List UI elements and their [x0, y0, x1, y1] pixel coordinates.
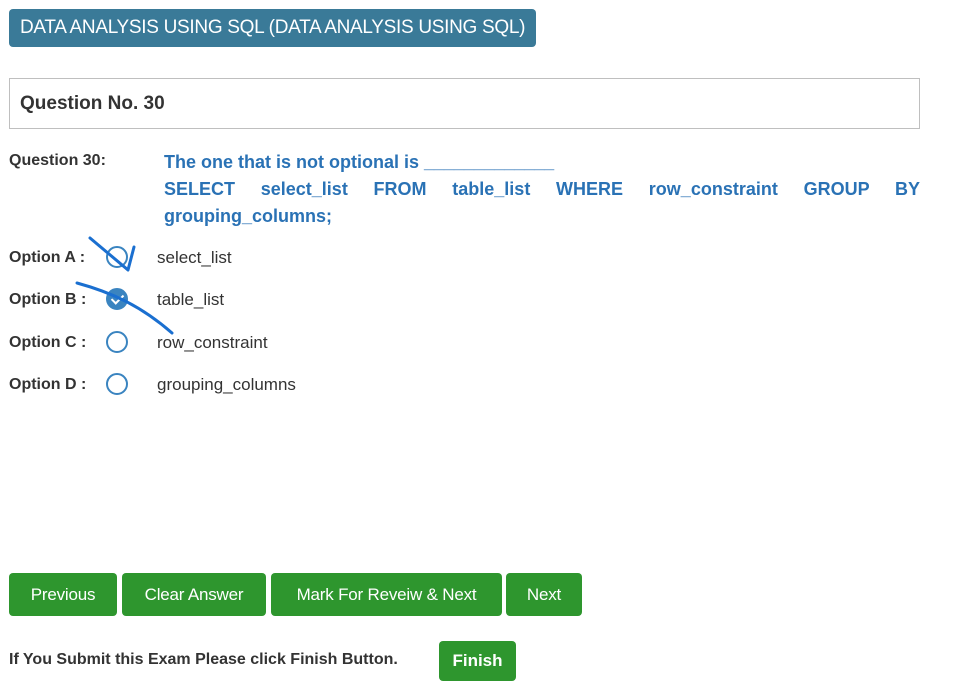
finish-button[interactable]: Finish [439, 641, 516, 681]
question-line-3: grouping_columns; [164, 206, 332, 226]
option-c-label: Option C : [9, 334, 87, 351]
option-d-text: grouping_columns [157, 375, 296, 394]
option-d-label: Option D : [9, 376, 87, 393]
clear-answer-button[interactable]: Clear Answer [122, 573, 266, 616]
option-b-radio[interactable] [106, 288, 128, 310]
exam-page: DATA ANALYSIS USING SQL (DATA ANALYSIS U… [0, 0, 957, 682]
option-c-row[interactable]: Option C : row_constraint [9, 329, 609, 359]
next-button[interactable]: Next [506, 573, 582, 616]
question-line-2: SELECT select_list FROM table_list WHERE… [164, 179, 920, 199]
previous-button[interactable]: Previous [9, 573, 117, 616]
option-b-text: table_list [157, 290, 225, 309]
option-d-row[interactable]: Option D : grouping_columns [9, 371, 609, 401]
mark-for-review-next-button[interactable]: Mark For Reveiw & Next [271, 573, 502, 616]
option-a-label: Option A : [9, 249, 86, 266]
question-line-1: The one that is not optional is ________… [164, 152, 555, 172]
option-c-radio[interactable] [106, 331, 128, 353]
option-a-radio[interactable] [106, 246, 128, 268]
question-label: Question 30: [9, 152, 106, 169]
option-a-text: select_list [157, 248, 232, 267]
option-c-text: row_constraint [157, 333, 268, 352]
question-text: The one that is not optional is ________… [164, 149, 920, 230]
finish-instruction: If You Submit this Exam Please click Fin… [9, 651, 398, 668]
subject-title: DATA ANALYSIS USING SQL (DATA ANALYSIS U… [9, 9, 537, 47]
option-a-row[interactable]: Option A : select_list [9, 244, 609, 274]
option-b-row[interactable]: Option B : table_list [9, 286, 609, 316]
question-number-header: Question No. 30 [9, 78, 920, 129]
option-b-label: Option B : [9, 291, 87, 308]
option-d-radio[interactable] [106, 373, 128, 395]
